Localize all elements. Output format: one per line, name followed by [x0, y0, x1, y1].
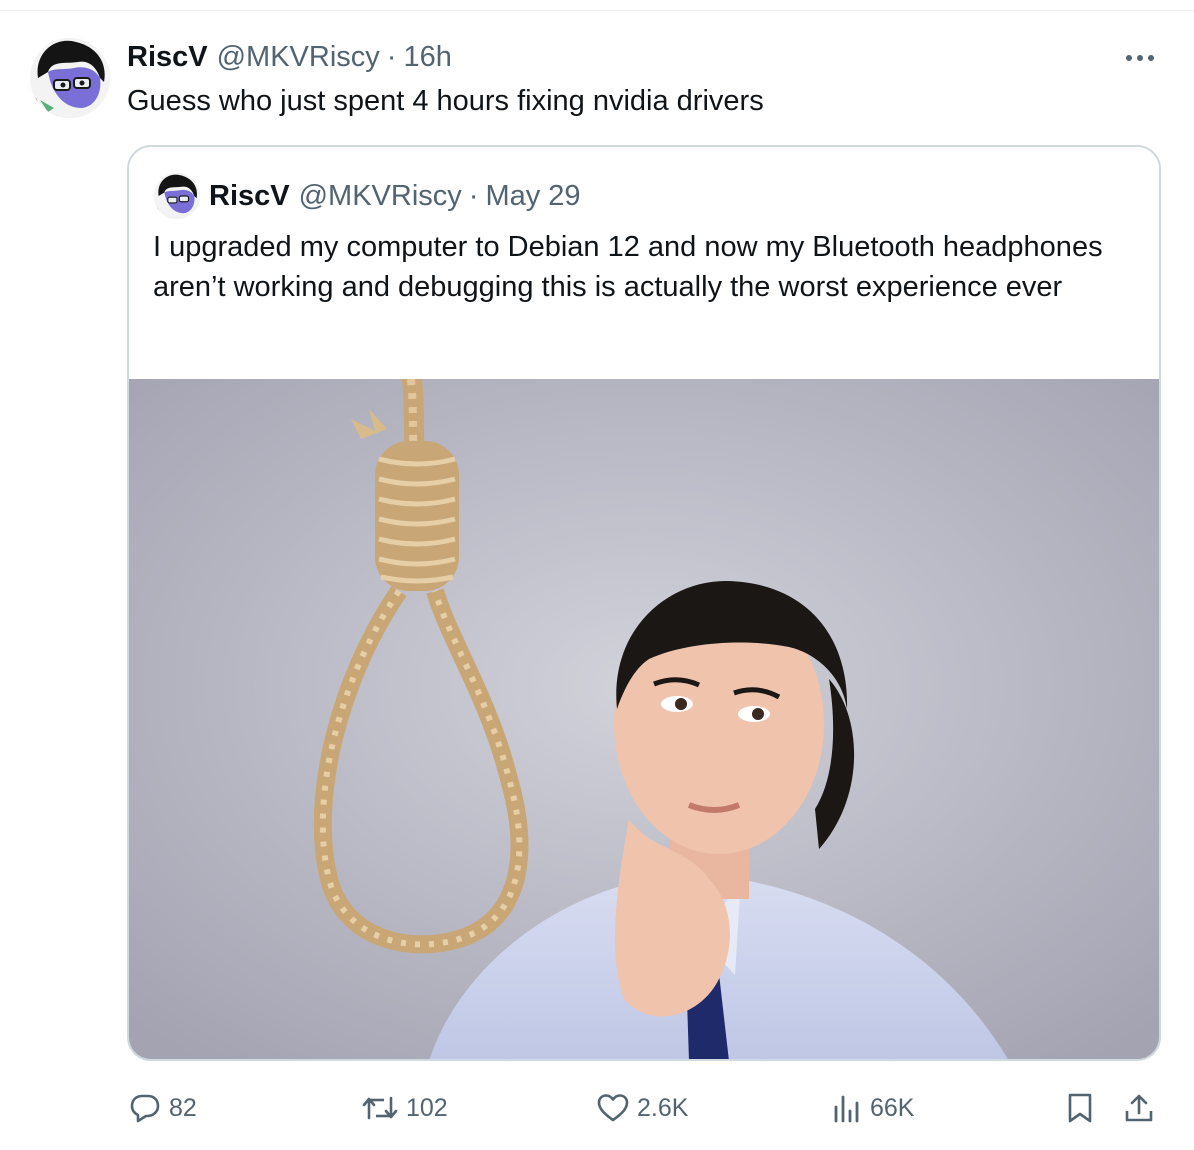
- bookmark-icon: [1067, 1092, 1093, 1124]
- repost-count: 102: [406, 1093, 448, 1122]
- share-icon: [1123, 1092, 1155, 1124]
- repost-button[interactable]: 102: [362, 1086, 448, 1130]
- quoted-tweet-header: RiscV @MKVRiscy · May 29: [209, 177, 581, 215]
- heart-icon: [597, 1093, 629, 1123]
- quoted-separator: ·: [468, 179, 479, 212]
- tweet-header: RiscV @MKVRiscy · 16h: [127, 38, 452, 76]
- tweet-text: Guess who just spent 4 hours fixing nvid…: [127, 85, 764, 117]
- view-count: 66K: [870, 1093, 915, 1122]
- quoted-tweet-card[interactable]: RiscV @MKVRiscy · May 29 I upgraded my c…: [127, 145, 1161, 1061]
- tweet-time[interactable]: 16h: [403, 41, 451, 74]
- like-button[interactable]: 2.6K: [597, 1086, 688, 1130]
- quoted-avatar: [154, 173, 200, 219]
- share-button[interactable]: [1123, 1086, 1163, 1130]
- repost-icon: [362, 1094, 398, 1122]
- quoted-tweet-text: I upgraded my computer to Debian 12 and …: [153, 231, 1103, 303]
- separator: ·: [386, 40, 397, 73]
- tweet-actions: 82 102 2.6K 66K: [127, 1086, 1167, 1130]
- more-dots-icon: [1126, 55, 1154, 61]
- author-name[interactable]: RiscV: [127, 41, 208, 74]
- views-button[interactable]: 66K: [832, 1086, 914, 1130]
- reply-bubble-icon: [129, 1093, 161, 1123]
- quoted-tweet-time: May 29: [485, 179, 581, 212]
- bookmark-button[interactable]: [1067, 1086, 1101, 1130]
- views-bar-chart-icon: [832, 1093, 862, 1123]
- more-button[interactable]: [1120, 40, 1160, 76]
- quoted-author-name: RiscV: [209, 179, 290, 212]
- quoted-author-handle: @MKVRiscy: [298, 179, 462, 212]
- top-divider: [0, 10, 1194, 11]
- reply-button[interactable]: 82: [129, 1086, 197, 1130]
- reply-count: 82: [169, 1093, 197, 1122]
- author-handle[interactable]: @MKVRiscy: [217, 41, 380, 74]
- like-count: 2.6K: [637, 1093, 689, 1122]
- quoted-tweet-image[interactable]: [129, 379, 1159, 1059]
- avatar[interactable]: [30, 38, 110, 118]
